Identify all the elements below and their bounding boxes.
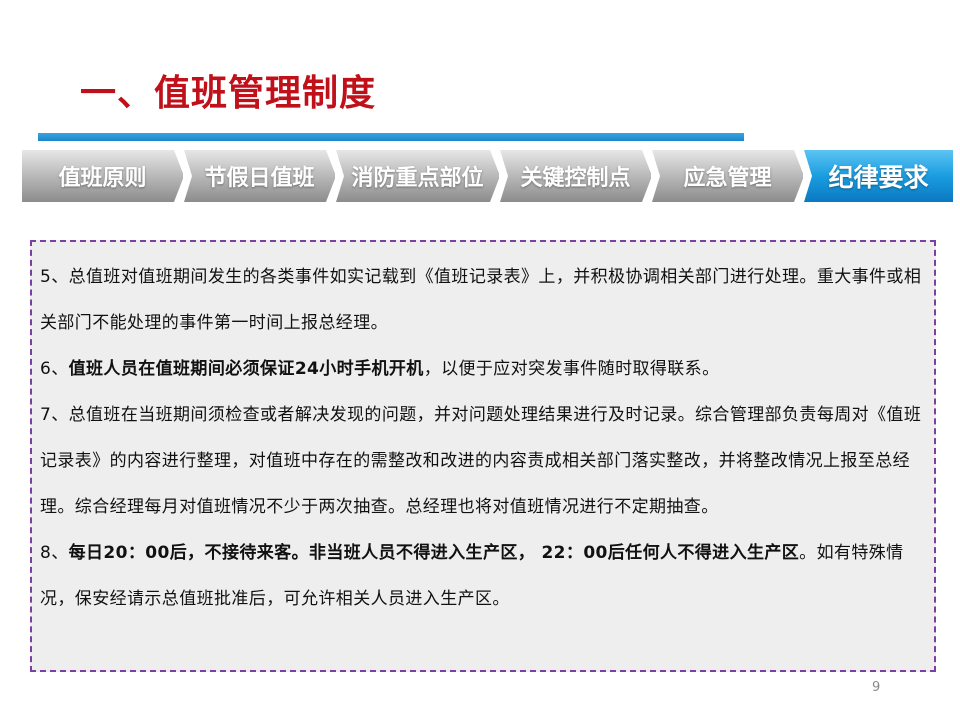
- paragraph-8-emphasis: 每日20：00后，不接待来客。非当班人员不得进入生产区， 22：00后任何人不得…: [68, 543, 800, 563]
- tab-holiday-duty[interactable]: 节假日值班: [184, 150, 336, 202]
- tab-emergency-management[interactable]: 应急管理: [652, 150, 804, 202]
- tab-key-control-points[interactable]: 关键控制点: [500, 150, 652, 202]
- paragraph-6-number: 6、: [40, 359, 69, 379]
- page-number: 9: [872, 680, 881, 695]
- title-underline: [38, 133, 744, 141]
- paragraph-6-emphasis: 值班人员在值班期间必须保证24小时手机开机: [68, 359, 424, 379]
- paragraph-7: 7、总值班在当班期间须检查或者解决发现的问题，并对问题处理结果进行及时记录。综合…: [40, 405, 922, 517]
- section-tabs: 值班原则 节假日值班 消防重点部位 关键控制点 应急管理 纪律要求: [22, 150, 954, 202]
- paragraph-8: 8、每日20：00后，不接待来客。非当班人员不得进入生产区， 22：00后任何人…: [40, 530, 934, 622]
- tab-principles[interactable]: 值班原则: [22, 150, 184, 202]
- content-box: 5、总值班对值班期间发生的各类事件如实记载到《值班记录表》上，并积极协调相关部门…: [30, 240, 936, 672]
- page-title: 一、值班管理制度: [80, 73, 377, 114]
- paragraph-5: 5、总值班对值班期间发生的各类事件如实记载到《值班记录表》上，并积极协调相关部门…: [40, 267, 922, 333]
- paragraph-8-number: 8、: [40, 543, 69, 563]
- tab-discipline-requirements[interactable]: 纪律要求: [804, 150, 954, 202]
- paragraph-6: 6、值班人员在值班期间必须保证24小时手机开机，以便于应对突发事件随时取得联系。: [40, 346, 934, 392]
- paragraph-6-rest: ，以便于应对突发事件随时取得联系。: [423, 359, 720, 379]
- tab-fire-key-areas[interactable]: 消防重点部位: [336, 150, 500, 202]
